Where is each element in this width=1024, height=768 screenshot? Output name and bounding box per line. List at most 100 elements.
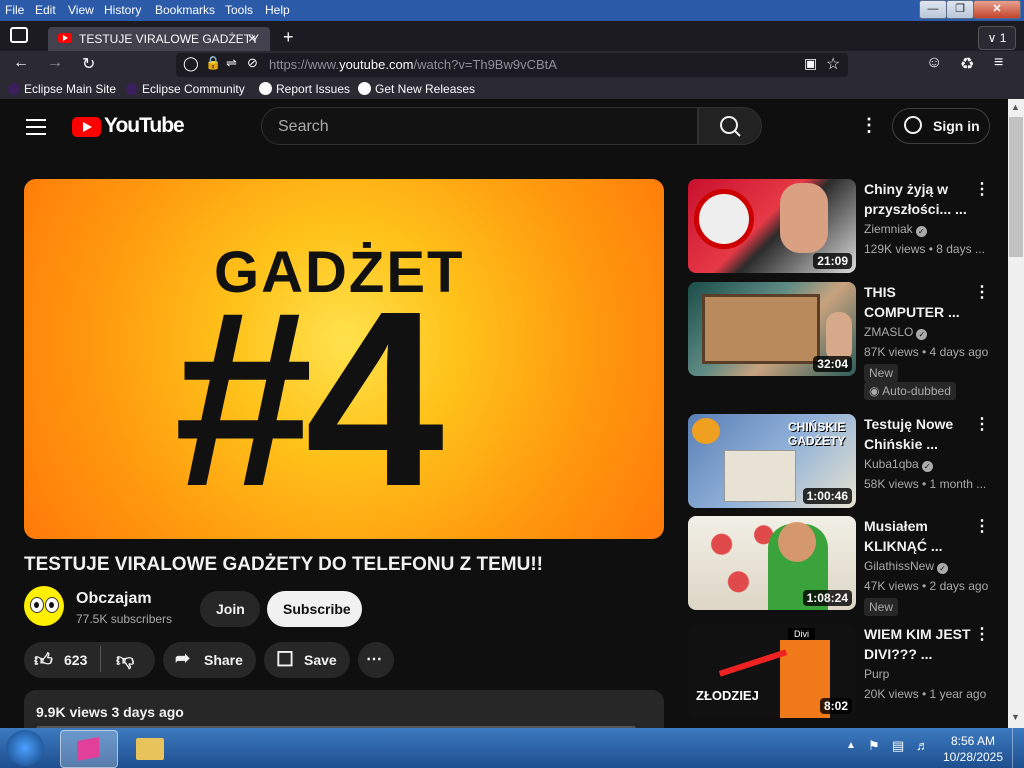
account-icon[interactable]: ☺ — [926, 54, 942, 72]
extensions-icon[interactable]: ♻ — [960, 54, 974, 74]
eclipse-icon — [8, 83, 20, 95]
rec-kebab-icon[interactable]: ⋮ — [974, 414, 990, 434]
guide-menu-icon[interactable] — [26, 119, 46, 140]
show-desktop-button[interactable] — [1012, 728, 1024, 768]
network-icon[interactable]: ▤ — [892, 738, 904, 754]
menu-history[interactable]: History — [104, 3, 141, 17]
rec-channel[interactable]: Purp — [864, 667, 889, 681]
tab-close-icon[interactable]: × — [248, 30, 256, 46]
tab-youtube-video[interactable]: TESTUJE VIRALOWE GADŻETY D × — [48, 27, 270, 51]
like-icon[interactable]: 👍︎ — [34, 649, 53, 671]
rec-thumbnail[interactable]: Divi ZŁODZIEJ 8:02 — [688, 624, 856, 718]
show-hidden-icons-icon[interactable]: ▲ — [846, 740, 856, 751]
tab-list-icon[interactable] — [10, 27, 28, 43]
url-prefix: https://www. — [269, 57, 340, 72]
menu-file[interactable]: File — [5, 3, 24, 17]
bookmark-get-new-releases[interactable]: Get New Releases — [358, 82, 475, 96]
search-button[interactable] — [698, 107, 762, 145]
bookmark-label: Eclipse Community — [142, 82, 245, 96]
verified-icon: ✓ — [915, 226, 927, 237]
menu-bookmarks[interactable]: Bookmarks — [155, 3, 215, 17]
system-clock[interactable]: 8:56 AM 10/28/2025 — [940, 733, 1006, 765]
rec-thumbnail[interactable]: CHIŃSKIE GADŻETY 1:00:46 — [688, 414, 856, 508]
products-image — [724, 450, 796, 502]
taskbar-app-button[interactable] — [60, 730, 118, 768]
permissions-icon[interactable]: ⇌ — [226, 55, 237, 71]
channel-name[interactable]: Obczajam — [76, 590, 152, 608]
reader-view-icon[interactable]: ▣ — [804, 55, 817, 72]
subscribe-button[interactable]: Subscribe — [267, 591, 362, 627]
rec-kebab-icon[interactable]: ⋮ — [974, 624, 990, 644]
menu-edit[interactable]: Edit — [35, 3, 56, 17]
save-button[interactable]: ☐ Save — [264, 642, 350, 678]
url-text[interactable]: https://www.youtube.com/watch?v=Th9Bw9vC… — [269, 57, 557, 72]
rec-title[interactable]: Musiałem KLIKNĄĆ ... — [864, 516, 974, 556]
rec-kebab-icon[interactable]: ⋮ — [974, 179, 990, 199]
share-button[interactable]: ➦ Share — [163, 642, 256, 678]
channel-avatar[interactable] — [24, 586, 64, 626]
video-title: TESTUJE VIRALOWE GADŻETY DO TELEFONU Z T… — [24, 554, 543, 575]
description-box[interactable]: 9.9K views 3 days ago — [24, 690, 664, 728]
bookmarks-toolbar: Eclipse Main Site Eclipse Community Repo… — [0, 79, 1024, 99]
bookmark-star-icon[interactable]: ☆ — [826, 54, 840, 74]
minimize-button[interactable]: — — [919, 0, 947, 19]
sign-in-button[interactable]: Sign in — [892, 108, 990, 144]
volume-icon[interactable]: ♬ — [916, 738, 929, 753]
rec-channel[interactable]: GilathissNew ✓ — [864, 559, 949, 574]
scrollbar-thumb[interactable] — [1009, 117, 1023, 257]
lock-icon[interactable]: 🔒 — [205, 55, 221, 71]
bookmark-report-issues[interactable]: Report Issues — [259, 82, 350, 96]
scroll-up-arrow-icon[interactable]: ▲ — [1011, 102, 1020, 112]
rec-thumbnail[interactable]: 1:08:24 — [688, 516, 856, 610]
back-arrow-icon[interactable]: ← — [13, 54, 29, 72]
rec-channel[interactable]: Ziemniak ✓ — [864, 222, 927, 237]
rec-meta: 129K views • 8 days ... — [864, 242, 985, 256]
rec-thumbnail[interactable]: 32:04 — [688, 282, 856, 376]
more-actions-button[interactable]: ⋯ — [358, 642, 394, 678]
search-icon — [720, 116, 741, 137]
rec-channel[interactable]: ZMASLO ✓ — [864, 325, 928, 340]
rec-channel[interactable]: Kuba1qba ✓ — [864, 457, 933, 472]
action-center-icon[interactable]: ⚑ — [868, 738, 880, 754]
maximize-button[interactable]: ❐ — [946, 0, 974, 19]
scroll-down-arrow-icon[interactable]: ▼ — [1011, 712, 1020, 722]
rec-channel-name: ZMASLO — [864, 325, 914, 339]
person-face-image — [778, 522, 816, 562]
rec-title[interactable]: Chiny żyją w przyszłości... ... — [864, 179, 974, 219]
close-window-button[interactable]: ✕ — [973, 0, 1021, 19]
search-input[interactable]: Search — [261, 107, 698, 145]
rec-title[interactable]: THIS COMPUTER ... — [864, 282, 974, 322]
like-count[interactable]: 623 — [64, 652, 87, 668]
join-button[interactable]: Join — [200, 591, 260, 627]
video-player[interactable]: GADŻET #4 — [24, 179, 664, 539]
subscribe-label: Subscribe — [283, 601, 351, 617]
autoplay-blocked-icon[interactable]: ⊘ — [247, 55, 258, 71]
rec-title[interactable]: WIEM KIM JEST DIVI??? ... — [864, 624, 974, 664]
bookmark-eclipse-main[interactable]: Eclipse Main Site — [8, 82, 116, 96]
menu-view[interactable]: View — [68, 3, 94, 17]
dislike-icon[interactable]: 👎︎ — [116, 649, 134, 671]
settings-kebab-icon[interactable]: ⋮ — [860, 115, 878, 136]
thumbnail-text: ZŁODZIEJ — [696, 688, 759, 703]
menu-tools[interactable]: Tools — [225, 3, 253, 17]
rec-kebab-icon[interactable]: ⋮ — [974, 516, 990, 536]
menu-help[interactable]: Help — [265, 3, 290, 17]
taskbar-explorer-button[interactable] — [122, 730, 178, 766]
bookmark-label: Eclipse Main Site — [24, 82, 117, 96]
start-button[interactable] — [6, 730, 44, 766]
shield-icon[interactable]: ◯ — [183, 55, 199, 72]
rec-kebab-icon[interactable]: ⋮ — [974, 282, 990, 302]
rec-title[interactable]: Testuję Nowe Chińskie ... — [864, 414, 974, 454]
reload-icon[interactable]: ↻ — [82, 54, 95, 74]
bookmark-eclipse-community[interactable]: Eclipse Community — [126, 82, 245, 96]
share-label: Share — [204, 652, 243, 668]
url-domain: youtube.com — [339, 57, 414, 72]
new-tab-button[interactable]: + — [283, 27, 294, 48]
rec-thumbnail[interactable]: 21:09 — [688, 179, 856, 273]
page-scrollbar[interactable]: ▲ ▼ — [1008, 99, 1024, 728]
headphones-image — [694, 189, 754, 249]
menu-hamburger-icon[interactable]: ≡ — [994, 54, 1003, 72]
forward-arrow-icon[interactable]: → — [47, 54, 63, 72]
red-arrow-image — [718, 649, 788, 677]
list-all-tabs-button[interactable]: ∨ 1 — [978, 26, 1016, 50]
